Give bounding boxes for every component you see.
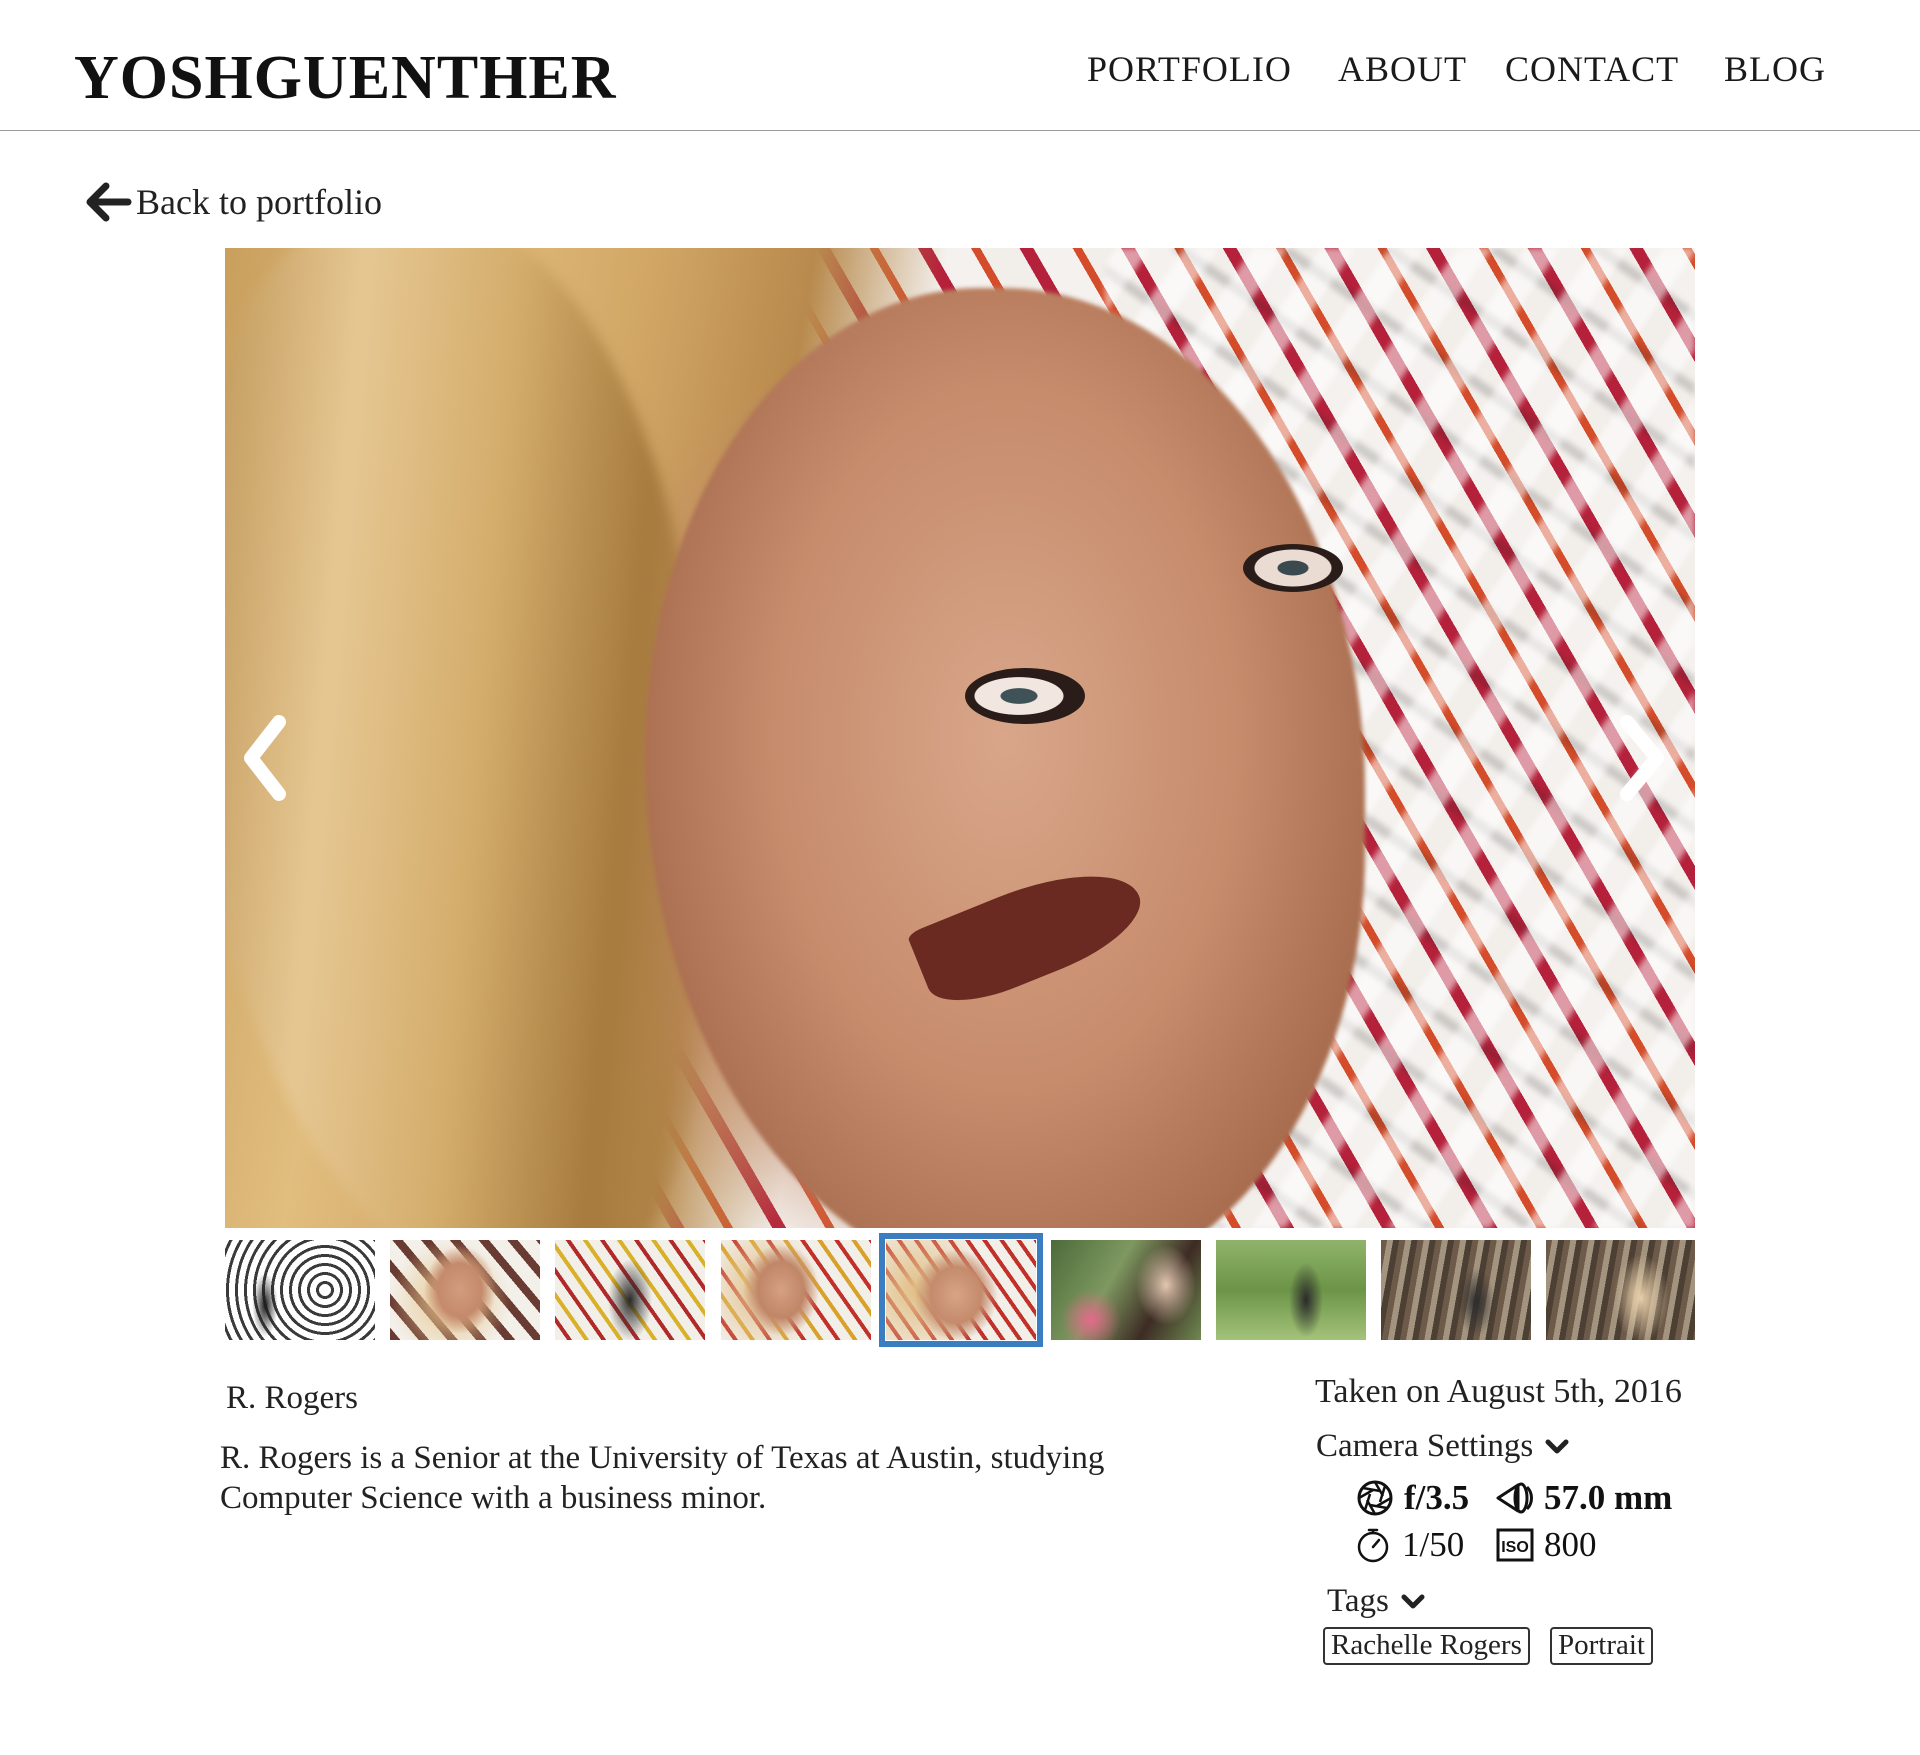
thumbnail[interactable] <box>1051 1240 1201 1340</box>
thumbnail-active[interactable] <box>879 1233 1043 1347</box>
shutter-speed-setting: 1/50 <box>1354 1525 1464 1565</box>
photo-eye <box>1243 544 1343 592</box>
photo-title: R. Rogers <box>226 1380 358 1416</box>
aperture-value: f/3.5 <box>1404 1478 1470 1517</box>
iso-value: 800 <box>1544 1525 1597 1564</box>
tag-portrait[interactable]: Portrait <box>1550 1627 1653 1665</box>
lens-icon <box>1496 1482 1533 1514</box>
thumbnail-strip <box>225 1233 1695 1347</box>
arrow-left-icon <box>86 182 132 222</box>
chevron-left-icon <box>244 715 286 801</box>
nav-blog[interactable]: BLOG <box>1724 46 1826 92</box>
thumbnail[interactable] <box>390 1240 540 1340</box>
aperture-setting: f/3.5 <box>1356 1478 1469 1518</box>
back-link-label: Back to portfolio <box>136 182 382 222</box>
thumbnail[interactable] <box>555 1240 705 1340</box>
next-photo-button[interactable] <box>1605 708 1675 808</box>
photo-description: R. Rogers is a Senior at the University … <box>220 1440 1105 1516</box>
chevron-right-icon <box>1620 715 1664 801</box>
main-photo <box>225 248 1695 1228</box>
nav-contact[interactable]: CONTACT <box>1505 46 1679 92</box>
main-nav: PORTFOLIO ABOUT CONTACT BLOG <box>0 46 1920 94</box>
thumbnail[interactable] <box>1381 1240 1531 1340</box>
tags-label: Tags <box>1327 1583 1389 1619</box>
thumbnail[interactable] <box>1546 1240 1695 1340</box>
camera-settings-toggle[interactable]: Camera Settings <box>1316 1428 1569 1465</box>
back-to-portfolio-link[interactable]: Back to portfolio <box>86 178 382 226</box>
tags-toggle[interactable]: Tags <box>1327 1583 1425 1620</box>
chevron-down-icon <box>1545 1439 1569 1453</box>
iso-setting: ISO 800 <box>1496 1525 1597 1565</box>
aperture-icon <box>1357 1480 1393 1516</box>
camera-settings-label: Camera Settings <box>1316 1428 1534 1464</box>
thumbnail[interactable] <box>225 1240 375 1340</box>
focal-length-value: 57.0 mm <box>1544 1478 1673 1517</box>
stopwatch-icon <box>1357 1528 1389 1563</box>
chevron-down-icon <box>1401 1594 1425 1608</box>
iso-icon: ISO <box>1496 1528 1534 1562</box>
nav-portfolio[interactable]: PORTFOLIO <box>1087 46 1292 92</box>
svg-text:ISO: ISO <box>1501 1539 1529 1556</box>
tag-rachelle-rogers[interactable]: Rachelle Rogers <box>1323 1627 1530 1665</box>
shutter-speed-value: 1/50 <box>1402 1525 1465 1564</box>
site-header: YOSHGUENTHER PORTFOLIO ABOUT CONTACT BLO… <box>0 0 1920 131</box>
nav-about[interactable]: ABOUT <box>1338 46 1467 92</box>
focal-length-setting: 57.0 mm <box>1496 1478 1672 1518</box>
photo-eye <box>965 668 1085 724</box>
thumbnail[interactable] <box>1216 1240 1366 1340</box>
thumbnail[interactable] <box>721 1240 871 1340</box>
taken-date: Taken on August 5th, 2016 <box>1315 1373 1682 1410</box>
previous-photo-button[interactable] <box>235 708 305 808</box>
